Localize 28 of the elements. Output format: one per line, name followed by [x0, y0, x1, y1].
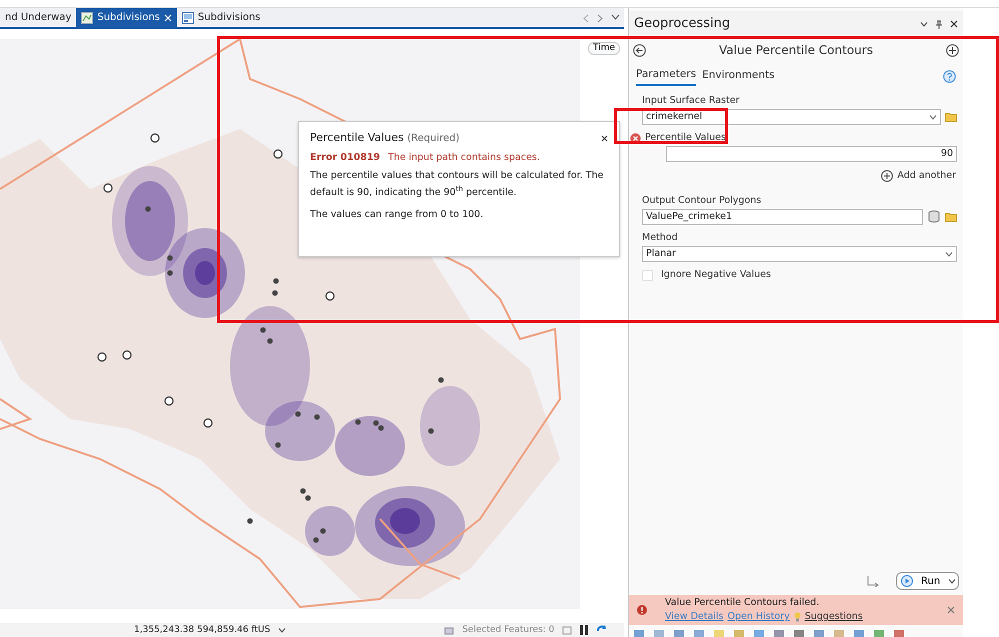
tooltip-description: The percentile values that contours will be calculated for. The default is 90, indicating the 90$^{th}$ percentile.	[310, 168, 604, 200]
input-field[interactable]: ValuePe_crimeke1	[642, 208, 923, 225]
dropdown-field[interactable]: Planar	[642, 246, 957, 262]
suggestions-link[interactable]: Suggestions	[804, 610, 863, 624]
dropdown-field[interactable]: crimekernel	[642, 109, 941, 125]
message-text: Value Percentile Contours failed.	[665, 596, 820, 610]
field-label: Input Surface Raster	[642, 94, 740, 108]
tooltip-note: The values can range from 0 to 100.	[310, 208, 484, 222]
selected-features-text: Selected Features: 0	[462, 624, 554, 636]
error-code: Error 010819	[310, 150, 380, 164]
field-label: Output Contour Polygons	[642, 194, 762, 208]
error-message: The input path contains spaces.	[388, 150, 540, 164]
add-another-button[interactable]: Add another	[880, 168, 957, 184]
map-tab[interactable]: Subdivisions	[76, 8, 177, 27]
map-tab[interactable]: nd Underway	[0, 8, 76, 27]
map-tab[interactable]: Subdivisions	[176, 8, 266, 27]
number-field[interactable]: 90	[666, 146, 957, 162]
field-label: Percentile Values	[645, 131, 726, 145]
panel-tab[interactable]: Parameters	[636, 67, 696, 86]
panel-title: Geoprocessing	[634, 15, 730, 34]
field-label: Method	[642, 230, 678, 245]
panel-tab[interactable]: Environments	[702, 68, 775, 85]
time-button[interactable]: Time	[588, 42, 620, 55]
run-button[interactable]: Run	[896, 572, 959, 590]
tool-title: Value Percentile Contours	[718, 42, 874, 59]
tooltip-title: Percentile Values (Required)	[310, 130, 460, 146]
coordinates-text: 1,355,243.38 594,859.46 ftUS	[134, 624, 270, 636]
checkbox-label: Ignore Negative Values	[661, 268, 771, 282]
